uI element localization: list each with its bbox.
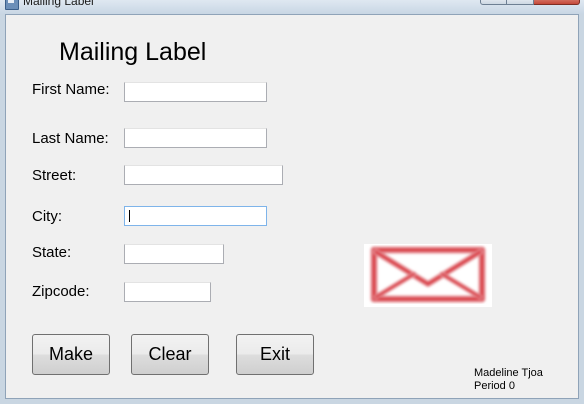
city-field[interactable] — [124, 206, 267, 226]
text-caret — [129, 210, 130, 222]
credit-period: Period 0 — [474, 380, 515, 392]
title-bar[interactable]: Mailing Label — [0, 0, 584, 14]
app-window: Mailing Label Mailing Label First Name: … — [0, 0, 584, 404]
envelope-graphic — [370, 246, 486, 303]
zipcode-field[interactable] — [124, 282, 211, 302]
close-icon[interactable] — [534, 0, 580, 5]
state-label: State: — [32, 244, 72, 261]
envelope-icon — [364, 244, 492, 307]
make-button[interactable]: Make — [32, 334, 110, 375]
zipcode-label: Zipcode: — [32, 283, 90, 300]
state-field[interactable] — [124, 244, 224, 264]
maximize-icon[interactable] — [507, 0, 534, 5]
last-name-field[interactable] — [124, 128, 267, 148]
credit-name: Madeline Tjoa — [474, 367, 543, 379]
app-form-icon[interactable] — [5, 0, 19, 10]
street-label: Street: — [32, 167, 77, 184]
city-label: City: — [32, 208, 62, 225]
exit-button[interactable]: Exit — [236, 334, 314, 375]
first-name-field[interactable] — [124, 82, 267, 102]
minimize-icon[interactable] — [480, 0, 507, 5]
first-name-label: First Name: — [32, 81, 110, 98]
window-title: Mailing Label — [23, 0, 94, 8]
clear-button[interactable]: Clear — [131, 334, 209, 375]
form-heading: Mailing Label — [59, 38, 207, 66]
last-name-label: Last Name: — [32, 130, 109, 147]
street-field[interactable] — [124, 165, 283, 185]
form-client-area: Mailing Label First Name: Last Name: Str… — [5, 14, 579, 399]
caption-buttons — [480, 0, 580, 5]
